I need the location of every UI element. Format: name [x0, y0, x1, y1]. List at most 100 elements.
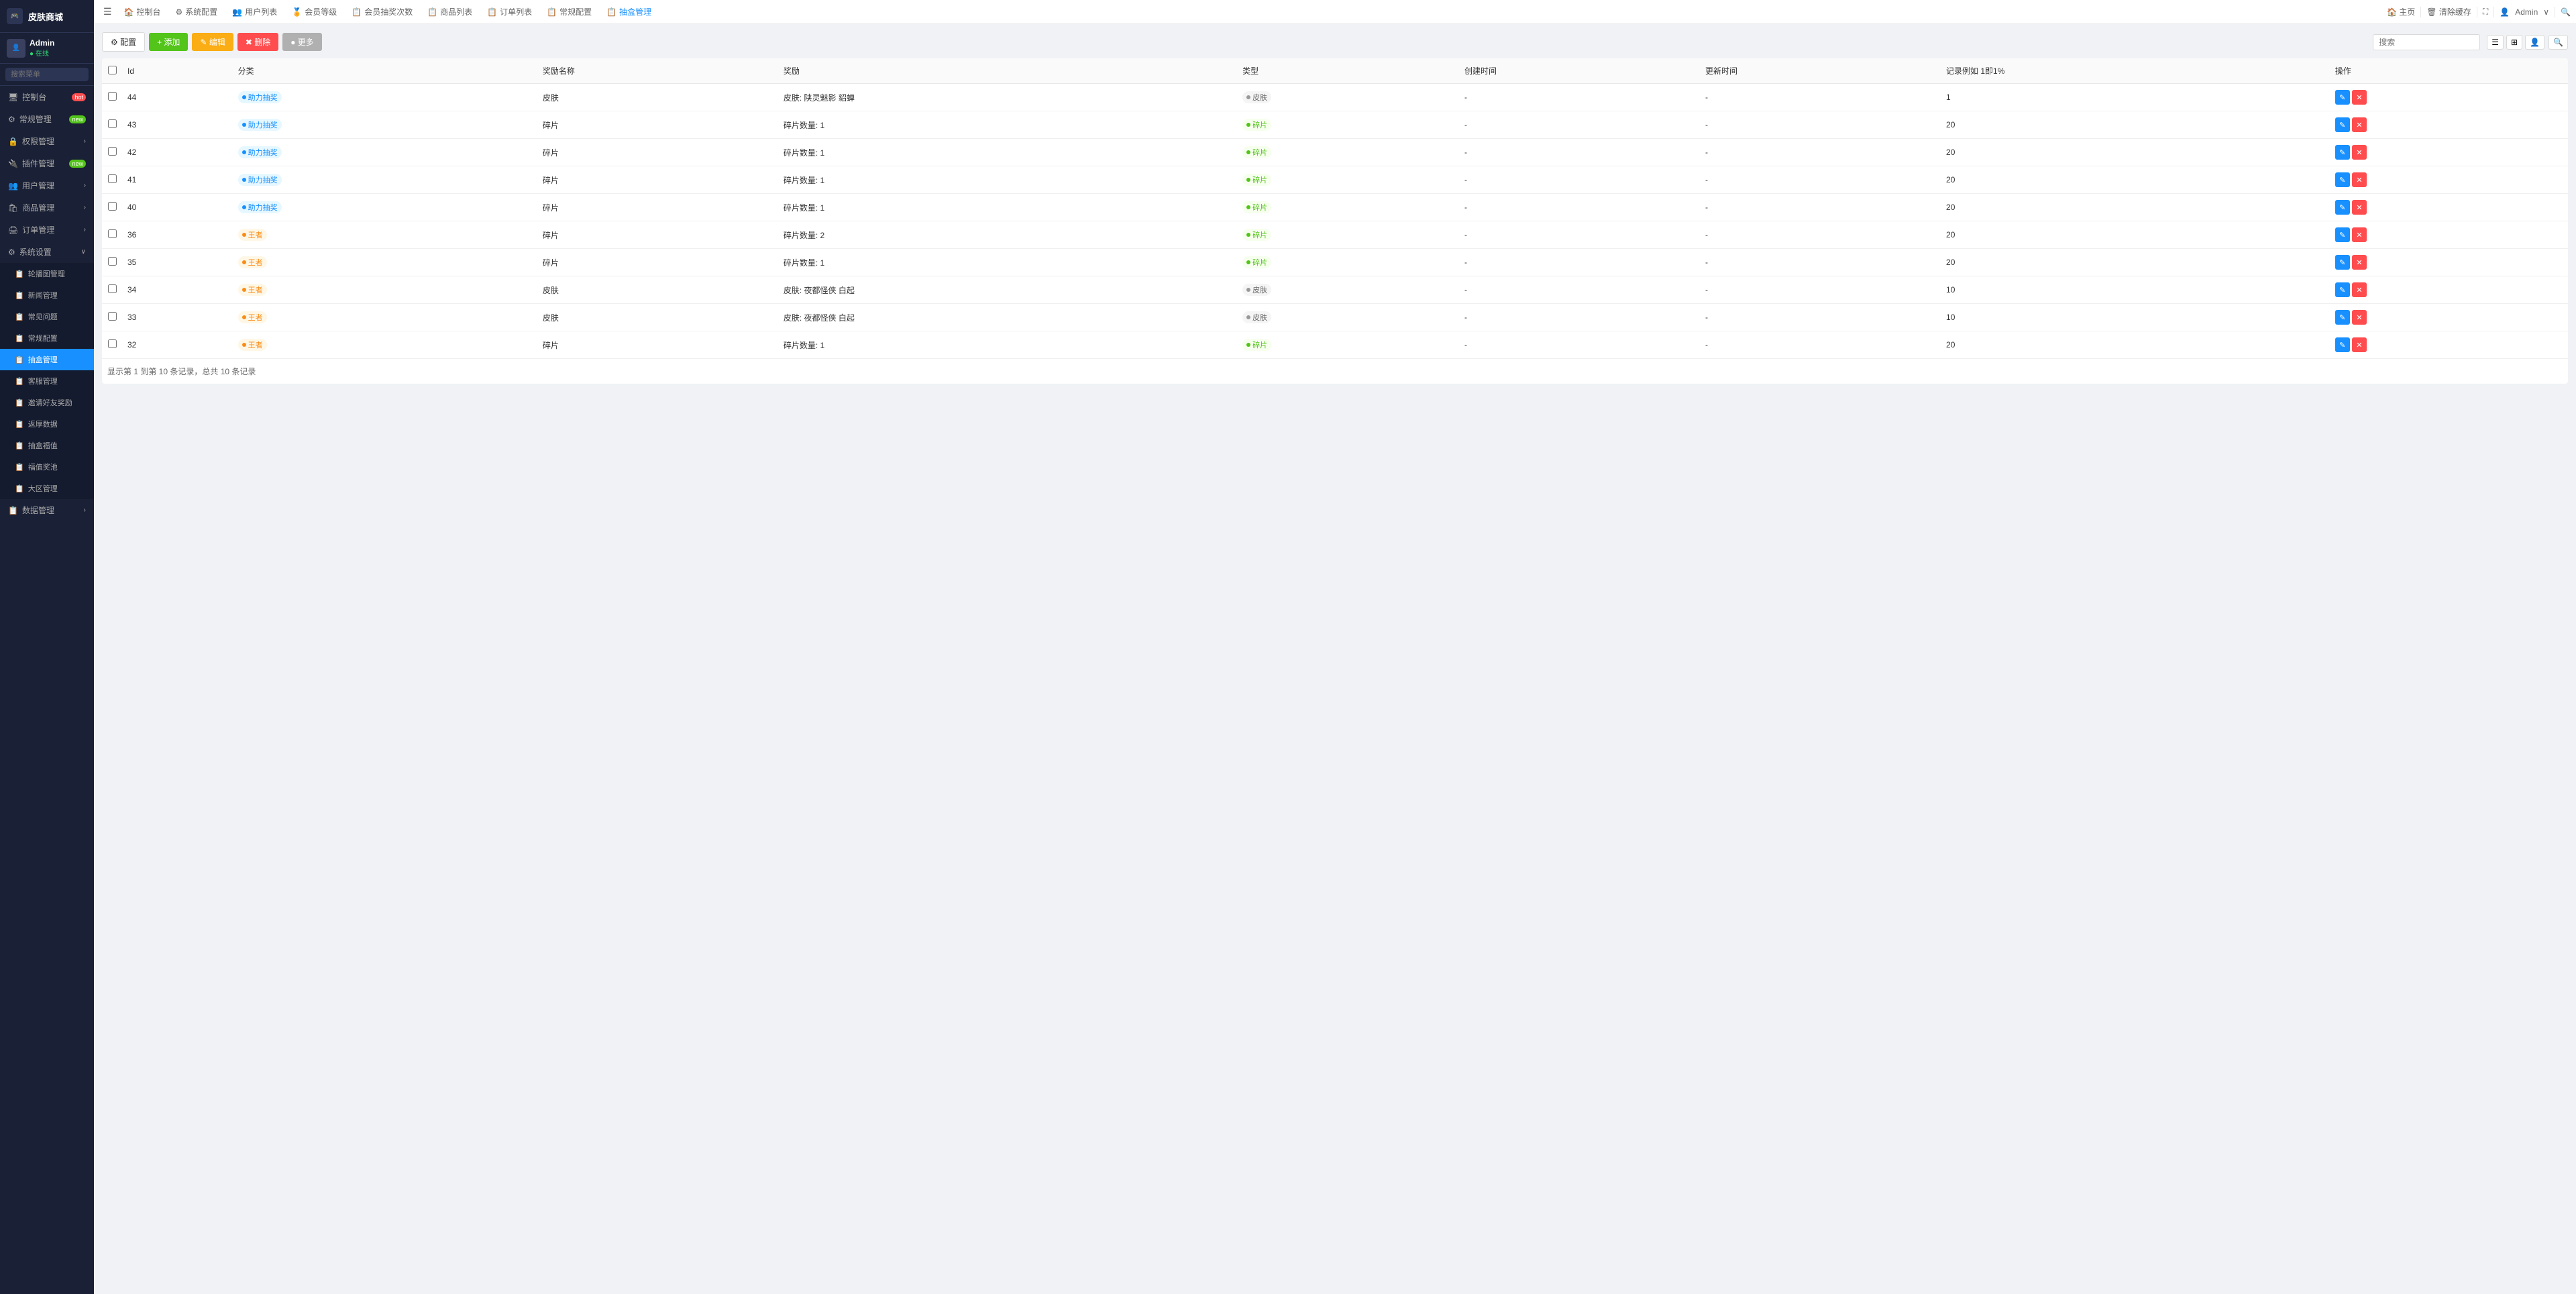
sidebar-item-orders[interactable]: 🖨 订单管理 ›	[0, 219, 94, 241]
delete-row-button[interactable]: ✕	[2352, 337, 2367, 352]
sidebar-item-dashboard[interactable]: 🖥 控制台 hot	[0, 86, 94, 108]
sidebar-item-label: 订单管理	[22, 224, 54, 235]
clear-cache-link[interactable]: 🗑 清除缓存	[2426, 6, 2471, 17]
sidebar-item-settings[interactable]: ⚙ 系统设置 ∨	[0, 241, 94, 263]
sidebar-search-input[interactable]	[5, 68, 89, 81]
row-checkbox[interactable]	[108, 312, 117, 321]
type-tag: 碎片	[1242, 119, 1271, 131]
delete-row-button[interactable]: ✕	[2352, 255, 2367, 270]
tab-member-level[interactable]: 🏅 会员等级	[285, 3, 343, 20]
delete-row-button[interactable]: ✕	[2352, 145, 2367, 160]
tab-label: 用户列表	[245, 6, 277, 17]
sidebar-item-news[interactable]: 📋 新闻管理	[0, 284, 94, 306]
table-row: 42 助力抽奖 碎片 碎片数量: 1 碎片 - - 20 ✎ ✕	[102, 139, 2568, 166]
search-icon-button[interactable]: 🔍	[2548, 35, 2568, 50]
delete-button[interactable]: ✖ 删除	[237, 33, 278, 51]
list-view-button[interactable]: ☰	[2487, 35, 2504, 50]
more-button[interactable]: ● 更多	[282, 33, 322, 51]
grid-view-button[interactable]: ⊞	[2506, 35, 2522, 50]
sidebar-item-label: 插件管理	[22, 158, 54, 169]
sidebar-item-box-value[interactable]: 📋 抽盒福值	[0, 435, 94, 456]
edit-row-button[interactable]: ✎	[2335, 200, 2350, 215]
edit-row-button[interactable]: ✎	[2335, 145, 2350, 160]
row-checkbox[interactable]	[108, 339, 117, 348]
fullscreen-button[interactable]: ⛶	[2483, 7, 2488, 17]
admin-name-link[interactable]: Admin	[2515, 7, 2538, 17]
cell-type: 碎片	[1237, 139, 1459, 166]
header-category: 分类	[233, 58, 537, 84]
edit-row-button[interactable]: ✎	[2335, 310, 2350, 325]
sidebar-item-lottery[interactable]: 📋 抽盒管理	[0, 349, 94, 370]
edit-row-button[interactable]: ✎	[2335, 172, 2350, 187]
search-button[interactable]: 🔍	[2561, 7, 2571, 17]
tab-system-config[interactable]: ⚙ 系统配置	[169, 3, 225, 20]
cell-id: 43	[122, 111, 233, 139]
menu-toggle-button[interactable]: ☰	[99, 3, 116, 20]
sidebar-item-service[interactable]: 📋 客服管理	[0, 370, 94, 392]
sidebar-item-region[interactable]: 📋 大区管理	[0, 478, 94, 499]
row-checkbox[interactable]	[108, 92, 117, 101]
cell-reward-name: 碎片	[537, 166, 778, 194]
select-all-checkbox[interactable]	[108, 66, 117, 74]
sidebar-item-label: 常规管理	[19, 113, 52, 125]
admin-dropdown[interactable]: ∨	[2543, 7, 2549, 17]
cell-id: 33	[122, 304, 233, 331]
tab-regular-config[interactable]: 📋 常规配置	[540, 3, 598, 20]
user-filter-button[interactable]: 👤	[2525, 35, 2544, 50]
home-link[interactable]: 🏠 主页	[2387, 6, 2415, 17]
row-checkbox[interactable]	[108, 119, 117, 128]
row-checkbox-cell	[102, 304, 122, 331]
tab-label: 控制台	[137, 6, 161, 17]
sidebar-item-permissions[interactable]: 🔒 权限管理 ›	[0, 130, 94, 152]
sidebar-item-users[interactable]: 👥 用户管理 ›	[0, 174, 94, 197]
delete-row-button[interactable]: ✕	[2352, 282, 2367, 297]
edit-button[interactable]: ✎ 编辑	[192, 33, 233, 51]
pagination-info: 显示第 1 到第 10 条记录，总共 10 条记录	[102, 359, 2568, 384]
search-input[interactable]	[2373, 34, 2480, 50]
cell-rate: 1	[1941, 84, 2330, 111]
sidebar-item-invite[interactable]: 📋 邀请好友奖励	[0, 392, 94, 413]
settings-icon: ⚙	[8, 248, 15, 257]
edit-row-button[interactable]: ✎	[2335, 282, 2350, 297]
row-checkbox[interactable]	[108, 229, 117, 238]
sidebar-item-plugins[interactable]: 🔌 插件管理 new	[0, 152, 94, 174]
tab-order-list[interactable]: 📋 订单列表	[480, 3, 539, 20]
edit-row-button[interactable]: ✎	[2335, 117, 2350, 132]
row-checkbox[interactable]	[108, 202, 117, 211]
cell-reward: 碎片数量: 2	[778, 221, 1237, 249]
row-checkbox[interactable]	[108, 147, 117, 156]
row-checkbox-cell	[102, 194, 122, 221]
tab-member-lottery[interactable]: 📋 会员抽奖次数	[345, 3, 419, 20]
row-checkbox[interactable]	[108, 257, 117, 266]
delete-row-button[interactable]: ✕	[2352, 227, 2367, 242]
sidebar-item-carousel[interactable]: 📋 轮播图管理	[0, 263, 94, 284]
sidebar-item-products[interactable]: 🛍 商品管理 ›	[0, 197, 94, 219]
sidebar-item-config[interactable]: 📋 常规配置	[0, 327, 94, 349]
cell-type: 碎片	[1237, 111, 1459, 139]
cell-created: -	[1459, 331, 1700, 359]
delete-row-button[interactable]: ✕	[2352, 310, 2367, 325]
tab-product-list[interactable]: 📋 商品列表	[421, 3, 479, 20]
sidebar-item-data[interactable]: 📋 数据管理 ›	[0, 499, 94, 521]
row-checkbox[interactable]	[108, 174, 117, 183]
tab-box-manage[interactable]: 📋 抽盒管理	[600, 3, 658, 20]
delete-row-button[interactable]: ✕	[2352, 172, 2367, 187]
add-button[interactable]: + 添加	[149, 33, 188, 51]
cell-reward-name: 皮肤	[537, 304, 778, 331]
delete-row-button[interactable]: ✕	[2352, 200, 2367, 215]
config-button[interactable]: ⚙ 配置	[102, 32, 145, 52]
sidebar-item-general[interactable]: ⚙ 常规管理 new	[0, 108, 94, 130]
sidebar-item-layer[interactable]: 📋 返厚数据	[0, 413, 94, 435]
edit-row-button[interactable]: ✎	[2335, 90, 2350, 105]
sidebar-item-prize-pool[interactable]: 📋 福值奖池	[0, 456, 94, 478]
row-checkbox[interactable]	[108, 284, 117, 293]
edit-row-button[interactable]: ✎	[2335, 337, 2350, 352]
tab-dashboard[interactable]: 🏠 控制台	[117, 3, 168, 20]
edit-row-button[interactable]: ✎	[2335, 227, 2350, 242]
row-checkbox-cell	[102, 111, 122, 139]
edit-row-button[interactable]: ✎	[2335, 255, 2350, 270]
sidebar-item-faq[interactable]: 📋 常见问题	[0, 306, 94, 327]
delete-row-button[interactable]: ✕	[2352, 90, 2367, 105]
delete-row-button[interactable]: ✕	[2352, 117, 2367, 132]
tab-user-list[interactable]: 👥 用户列表	[225, 3, 284, 20]
